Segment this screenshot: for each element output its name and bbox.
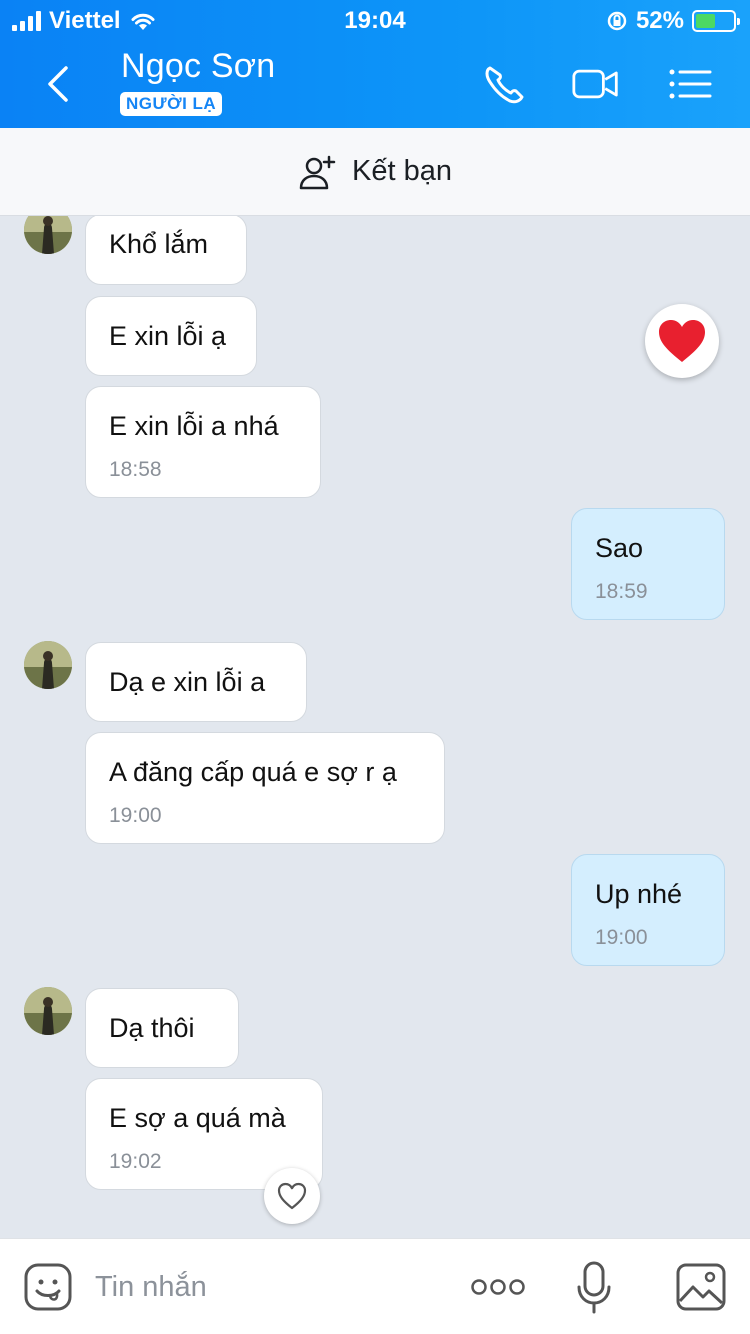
message-bubble[interactable]: E xin lỗi ạ: [85, 296, 257, 376]
battery-icon: [692, 10, 740, 32]
message-bubble[interactable]: Dạ thôi: [85, 988, 239, 1068]
contact-name[interactable]: Ngọc Sơn: [121, 47, 275, 86]
message-bubble[interactable]: Dạ e xin lỗi a: [85, 642, 307, 722]
phone-icon[interactable]: [480, 62, 528, 106]
back-icon[interactable]: [40, 62, 80, 106]
react-button[interactable]: [264, 1168, 320, 1224]
message-text: Sao: [595, 533, 644, 563]
my-message-bubble[interactable]: Up nhé 19:00: [571, 854, 725, 966]
message-time: 19:00: [109, 804, 162, 827]
message-time: 19:00: [595, 926, 648, 949]
message-time: 19:02: [109, 1150, 162, 1173]
rotation-lock-icon: [607, 11, 627, 31]
contact-avatar[interactable]: [24, 216, 72, 254]
add-friend-label: Kết bạn: [352, 155, 452, 187]
message-bubble[interactable]: Khổ lắm: [85, 216, 247, 285]
message-text: E xin lỗi ạ: [109, 321, 227, 351]
video-call-icon[interactable]: [572, 62, 620, 106]
message-text: A đăng cấp quá e sợ r ạ: [109, 757, 397, 787]
add-friend-button[interactable]: Kết bạn: [0, 128, 750, 216]
message-text: Up nhé: [595, 879, 683, 909]
status-right: 52%: [606, 7, 740, 35]
microphone-icon[interactable]: [576, 1261, 612, 1315]
message-text: Khổ lắm: [109, 229, 209, 259]
heart-outline-icon: [277, 1182, 307, 1210]
chat-header: Viettel 19:04 52% Ngọc Sơn NGƯỜI LẠ: [0, 0, 750, 128]
stranger-badge: NGƯỜI LẠ: [120, 92, 223, 116]
contact-avatar[interactable]: [24, 987, 72, 1035]
sticker-icon[interactable]: [24, 1263, 74, 1311]
heart-reaction[interactable]: [645, 304, 719, 378]
battery-percent: 52%: [635, 7, 684, 34]
add-user-icon: [299, 155, 336, 189]
message-list[interactable]: Khổ lắm E xin lỗi ạ E xin lỗi a nhá 18:5…: [0, 216, 750, 1238]
message-input[interactable]: Tin nhắn: [95, 1271, 207, 1304]
message-time: 18:59: [595, 580, 648, 603]
menu-icon[interactable]: [666, 62, 714, 106]
status-bar: Viettel 19:04 52%: [0, 0, 750, 40]
heart-icon: [659, 320, 705, 362]
message-input-bar: Tin nhắn: [0, 1238, 750, 1334]
message-text: Dạ e xin lỗi a: [109, 667, 266, 697]
my-message-bubble[interactable]: Sao 18:59: [571, 508, 725, 620]
message-bubble[interactable]: A đăng cấp quá e sợ r ạ 19:00: [85, 732, 445, 844]
more-icon[interactable]: [470, 1275, 526, 1299]
message-text: E sợ a quá mà: [109, 1103, 286, 1133]
message-text: E xin lỗi a nhá: [109, 411, 279, 441]
message-text: Dạ thôi: [109, 1013, 195, 1043]
image-icon[interactable]: [676, 1263, 726, 1311]
contact-avatar[interactable]: [24, 641, 72, 689]
message-time: 18:58: [109, 458, 162, 481]
message-bubble[interactable]: E xin lỗi a nhá 18:58: [85, 386, 321, 498]
